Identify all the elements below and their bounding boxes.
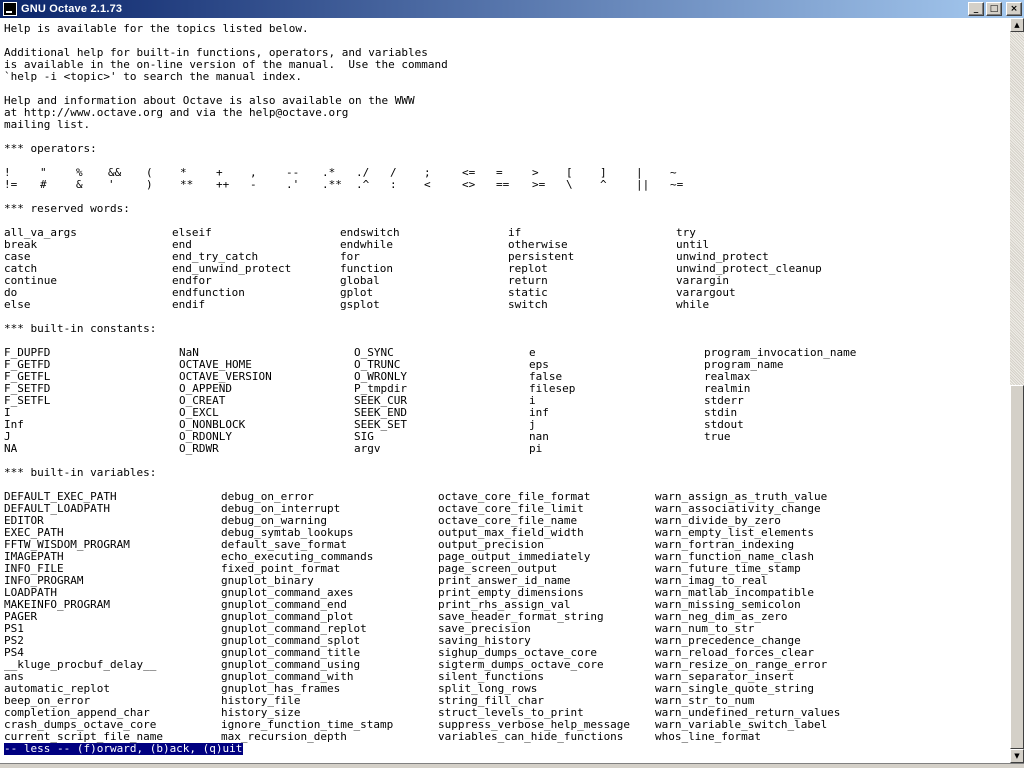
table-cell: .^ — [356, 178, 370, 191]
intro-line: Help is available for the topics listed … — [4, 22, 309, 35]
constants-row: J O_RDONLY SIG nan true — [4, 431, 1004, 443]
table-cell: ) — [146, 178, 153, 191]
table-cell: == — [496, 178, 510, 191]
maximize-button[interactable]: □ — [986, 2, 1002, 16]
constants-row: NA O_RDWR argv pi — [4, 443, 1004, 455]
table-cell: switch — [508, 298, 548, 311]
table-cell: & — [76, 178, 83, 191]
table-cell: ~= — [670, 178, 684, 191]
table-cell: : — [390, 178, 397, 191]
reserved-row: case end_try_catch for persistent unwind_pro… — [4, 251, 1004, 263]
constants-row: F_GETFD OCTAVE_HOME O_TRUNC eps program_name — [4, 359, 1004, 371]
table-cell: || — [636, 178, 650, 191]
scroll-down-arrow-icon[interactable]: ▼ — [1010, 749, 1024, 763]
table-cell: gsplot — [340, 298, 380, 311]
window-bottom-edge — [0, 763, 1024, 768]
table-cell: endif — [172, 298, 206, 311]
table-cell: variables_can_hide_functions — [438, 730, 624, 743]
table-cell: ' — [108, 178, 115, 191]
reserved-row: all_va_args elseif endswitch if try — [4, 227, 1004, 239]
table-cell: ++ — [216, 178, 230, 191]
reserved-row: continue endfor global return varargin — [4, 275, 1004, 287]
intro-line: mailing list. — [4, 118, 91, 131]
table-cell: pi — [529, 442, 543, 455]
section-heading-constants: *** built-in constants: — [4, 322, 157, 335]
table-cell: <> — [462, 178, 476, 191]
table-cell: != — [4, 178, 18, 191]
constants-row: F_SETFL O_CREAT SEEK_CUR i stderr — [4, 395, 1004, 407]
console-output[interactable]: Help is available for the topics listed … — [0, 18, 1010, 763]
scrollbar-thumb[interactable] — [1010, 385, 1024, 749]
constants-row: F_SETFD O_APPEND P_tmpdir filesep realmin — [4, 383, 1004, 395]
section-heading-variables: *** built-in variables: — [4, 466, 157, 479]
table-cell: NA — [4, 442, 18, 455]
vertical-scrollbar[interactable]: ▲ ▼ — [1010, 18, 1024, 763]
table-cell: true — [704, 430, 731, 443]
table-cell: .' — [286, 178, 300, 191]
close-button[interactable]: × — [1006, 2, 1022, 16]
table-cell: < — [424, 178, 431, 191]
table-cell: argv — [354, 442, 381, 455]
table-cell: # — [40, 178, 47, 191]
constants-row: Inf O_NONBLOCK SEEK_SET j stdout — [4, 419, 1004, 431]
section-heading-operators: *** operators: — [4, 142, 97, 155]
constants-row: F_DUPFD NaN O_SYNC e program_invocation_name — [4, 347, 1004, 359]
table-cell: F_SETFL — [4, 394, 51, 407]
operators-row: != # & ') ** ++ - .' .** .^: < <> == >= \ ^ || ~= — [4, 179, 1004, 191]
table-cell: O_RDWR — [179, 442, 219, 455]
table-cell: - — [250, 178, 257, 191]
constants-row: I O_EXCL SEEK_END inf stdin — [4, 407, 1004, 419]
table-cell: .** — [322, 178, 342, 191]
reserved-row: catch end_unwind_protect function replot unw… — [4, 263, 1004, 275]
title-bar[interactable]: GNU Octave 2.1.73 _ □ × — [0, 0, 1024, 18]
octave-app-icon[interactable] — [3, 2, 17, 16]
table-cell: ^ — [600, 178, 607, 191]
table-cell: while — [676, 298, 710, 311]
table-cell: whos_line_format — [655, 730, 761, 743]
table-cell: else — [4, 298, 31, 311]
reserved-row: else endif gsplot switch while — [4, 299, 1004, 311]
reserved-row: break end endwhile otherwise until — [4, 239, 1004, 251]
table-cell: filesep — [529, 382, 576, 395]
table-cell: ** — [180, 178, 194, 191]
pager-status-line: -- less -- (f)orward, (b)ack, (q)uit — [4, 742, 244, 755]
table-cell: __kluge_procbuf_delay__ — [4, 658, 157, 671]
window-title: GNU Octave 2.1.73 — [21, 3, 123, 15]
table-cell: >= — [532, 178, 546, 191]
table-cell: \ — [566, 178, 573, 191]
scroll-up-arrow-icon[interactable]: ▲ — [1010, 18, 1024, 32]
intro-line: `help -i <topic>' to search the manual i… — [4, 70, 303, 83]
reserved-row: do endfunction gplot static varargout — [4, 287, 1004, 299]
section-heading-reserved: *** reserved words: — [4, 202, 130, 215]
constants-row: F_GETFL OCTAVE_VERSION O_WRONLY false realma… — [4, 371, 1004, 383]
minimize-button[interactable]: _ — [968, 2, 984, 16]
